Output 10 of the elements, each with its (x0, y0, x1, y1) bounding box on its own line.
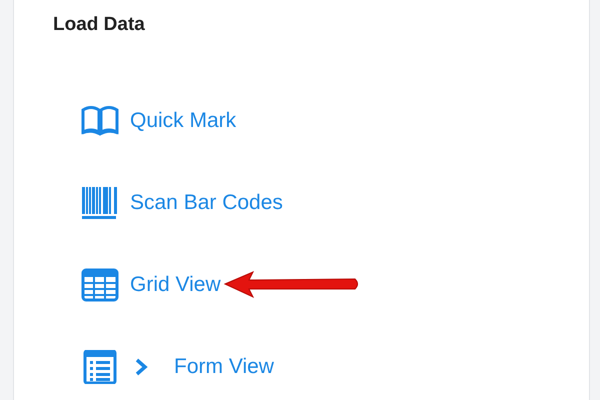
load-option-link[interactable]: Form View (174, 354, 274, 378)
load-option-link[interactable]: Grid View (130, 272, 221, 296)
form-list-icon (81, 350, 119, 384)
table-icon (81, 268, 119, 302)
load-option-link[interactable]: Scan Bar Codes (130, 190, 283, 214)
chevron-icon[interactable] (134, 358, 148, 376)
load-option-link[interactable]: Quick Mark (130, 108, 236, 132)
panel-title: Load Data (53, 14, 146, 36)
book-icon (81, 104, 119, 138)
barcode-icon (81, 186, 119, 220)
